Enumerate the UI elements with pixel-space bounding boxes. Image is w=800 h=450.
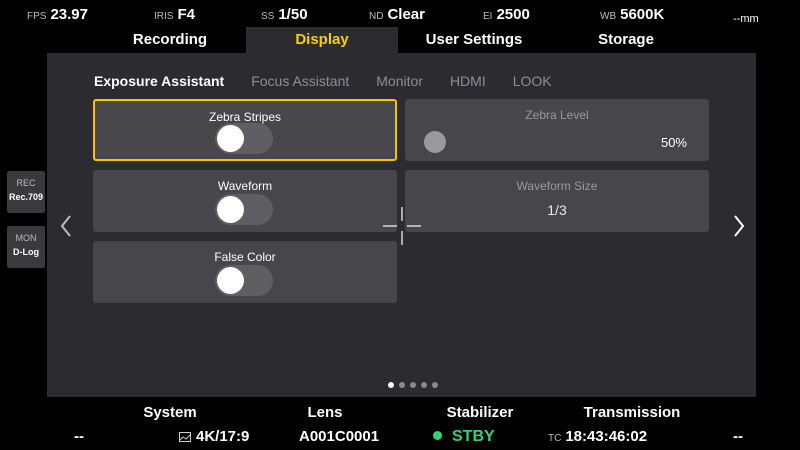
subtab-exposure-assistant[interactable]: Exposure Assistant [94,73,224,91]
waveform-title: Waveform [217,179,273,193]
zebra-level-card: Zebra Level 50% [405,99,709,161]
focal-length-status: --mm [733,13,759,25]
page-dot[interactable] [421,382,427,388]
status-bar: FPS 23.97 IRIS F4 SS 1/50 ND Clear EI 2500 WB… [0,0,800,28]
page-indicator [388,382,443,388]
wb-status: WB 5600K [600,6,665,23]
ei-status: EI 2500 [483,6,530,23]
rec-lut-indicator[interactable]: REC Rec.709 [7,171,45,213]
subtab-look[interactable]: LOOK [513,73,552,91]
crosshair-icon [383,207,421,245]
subtab-monitor[interactable]: Monitor [376,73,423,91]
toggle-knob [217,196,244,223]
image-frame-icon [179,432,191,442]
tab-recording[interactable]: Recording [94,27,246,53]
timecode: TC 18:43:46:02 [548,428,648,445]
zebra-level-slider-knob [424,131,446,153]
toggle-knob [217,125,244,152]
main-tabs: Recording Display User Settings Storage [94,27,702,53]
resolution-status: 4K/17:9 [179,428,249,445]
lens-heading[interactable]: Lens [285,404,365,421]
false-color-title: False Color [214,250,276,264]
zebra-level-value: 50% [660,135,687,150]
transmission-value: -- [733,428,743,445]
tab-user-settings[interactable]: User Settings [398,27,550,53]
transmission-heading[interactable]: Transmission [576,404,688,421]
subtab-hdmi[interactable]: HDMI [450,73,486,91]
tab-display[interactable]: Display [246,27,398,53]
zebra-stripes-title: Zebra Stripes [208,110,282,124]
page-dot[interactable] [432,382,438,388]
zebra-stripes-card[interactable]: Zebra Stripes [93,99,397,161]
page-dot[interactable] [388,382,394,388]
waveform-card[interactable]: Waveform [93,170,397,232]
page-dot[interactable] [410,382,416,388]
chevron-right-icon[interactable] [732,214,746,238]
waveform-toggle[interactable] [215,194,273,225]
tab-storage[interactable]: Storage [550,27,702,53]
waveform-size-value: 1/3 [547,202,567,218]
system-value: -- [74,428,84,445]
false-color-toggle[interactable] [215,265,273,296]
record-state: STBY [433,428,495,446]
toggle-knob [217,267,244,294]
zebra-level-title: Zebra Level [525,108,589,122]
fps-status: FPS 23.97 [27,6,88,23]
page-dot[interactable] [399,382,405,388]
waveform-size-title: Waveform Size [516,179,598,193]
status-dot-icon [433,431,442,440]
iris-status: IRIS F4 [154,6,195,23]
subtab-focus-assistant[interactable]: Focus Assistant [251,73,349,91]
system-heading[interactable]: System [120,404,220,421]
zebra-stripes-toggle[interactable] [215,123,273,154]
shutter-status: SS 1/50 [261,6,308,23]
stabilizer-heading[interactable]: Stabilizer [430,404,530,421]
chevron-left-icon[interactable] [59,214,73,238]
mon-lut-indicator[interactable]: MON D-Log [7,226,45,268]
waveform-size-card: Waveform Size 1/3 [405,170,709,232]
clip-name: A001C0001 [299,428,380,445]
nd-status: ND Clear [369,6,425,23]
sub-tabs: Exposure Assistant Focus Assistant Monit… [94,73,579,91]
false-color-card[interactable]: False Color [93,241,397,303]
